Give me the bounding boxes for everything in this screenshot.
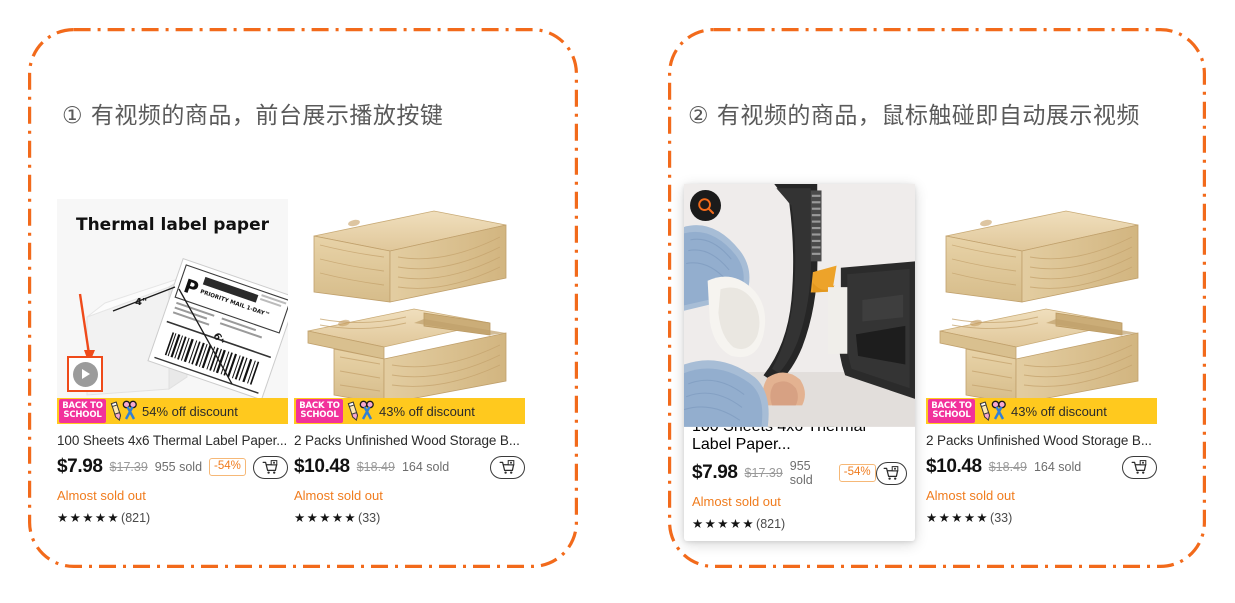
back-to-school-badge: BACK TO SCHOOL (296, 399, 343, 423)
product-title[interactable]: 2 Packs Unfinished Wood Storage B... (926, 433, 1157, 448)
rating: ★★★★★ (821) (57, 510, 288, 526)
rating: ★★★★★ (821) (692, 516, 907, 532)
current-price: $10.48 (926, 456, 982, 477)
sold-count: 164 sold (1033, 460, 1082, 474)
bts-line-2: SCHOOL (932, 410, 971, 420)
product-card-wood-storage-box[interactable]: BACK TO SCHOOL 43% off discount 2 Packs … (294, 199, 525, 525)
product-image-woodbox[interactable]: BACK TO SCHOOL 43% off discount (926, 199, 1157, 424)
school-supplies-icon (106, 399, 140, 423)
video-frame-printer-demo (684, 184, 915, 427)
back-to-school-badge: BACK TO SCHOOL (928, 399, 975, 423)
product-image-woodbox[interactable]: BACK TO SCHOOL 43% off discount (294, 199, 525, 424)
rating: ★★★★★ (33) (294, 510, 525, 526)
image-heading-thermal: Thermal label paper (75, 215, 269, 235)
play-button[interactable] (67, 356, 103, 392)
product-card-wood-storage-box[interactable]: BACK TO SCHOOL 43% off discount 2 Packs … (926, 199, 1157, 525)
back-to-school-badge: BACK TO SCHOOL (59, 399, 106, 423)
stock-status: Almost sold out (926, 488, 1015, 503)
add-to-cart-icon[interactable] (490, 455, 525, 479)
price-row: $10.48 $18.49 164 sold (294, 454, 525, 480)
promo-text-thermal: 54% off discount (142, 403, 238, 419)
original-price: $17.39 (109, 460, 148, 474)
search-icon[interactable] (690, 190, 721, 221)
promo-strip-thermal: BACK TO SCHOOL 54% off discount (57, 398, 288, 424)
add-to-cart-icon[interactable] (875, 461, 907, 485)
original-price: $18.49 (988, 460, 1027, 474)
star-rating-icon: ★★★★★ (692, 517, 756, 531)
panel-title-2: ② 有视频的商品，鼠标触碰即自动展示视频 (688, 103, 1140, 129)
school-supplies-icon (975, 399, 1009, 423)
promo-text-woodbox: 43% off discount (1011, 403, 1107, 419)
current-price: $10.48 (294, 456, 350, 477)
discount-badge: -54% (838, 464, 876, 482)
sold-count: 164 sold (401, 460, 450, 474)
add-to-cart-icon[interactable] (1122, 455, 1157, 479)
stock-status: Almost sold out (294, 488, 383, 503)
product-video-thermal[interactable] (684, 184, 915, 427)
bts-line-2: SCHOOL (63, 410, 102, 420)
wood-storage-box-illustration (926, 199, 1157, 424)
review-count: (33) (358, 510, 381, 525)
sold-count: 955 sold (789, 459, 813, 487)
sold-count: 955 sold (154, 460, 203, 474)
star-rating-icon: ★★★★★ (294, 511, 358, 525)
bts-line-2: SCHOOL (300, 410, 339, 420)
stock-status: Almost sold out (57, 488, 146, 503)
play-icon (72, 361, 98, 387)
discount-badge: -54% (209, 458, 246, 476)
promo-strip-woodbox: BACK TO SCHOOL 43% off discount (926, 398, 1157, 424)
original-price: $18.49 (356, 460, 395, 474)
rating: ★★★★★ (33) (926, 510, 1157, 526)
star-rating-icon: ★★★★★ (926, 511, 990, 525)
product-card-thermal-label-paper[interactable]: P PRIORITY MAIL 1-DAY™ 4" 6" Thermal lab… (57, 199, 288, 525)
product-title[interactable]: 100 Sheets 4x6 Thermal Label Paper... (57, 433, 288, 448)
wood-storage-box-illustration (294, 199, 525, 424)
review-count: (821) (756, 516, 786, 531)
promo-text-woodbox: 43% off discount (379, 403, 475, 419)
price-row: $7.98 $17.39 955 sold -54% (692, 459, 907, 487)
product-card-thermal-label-paper-hovered[interactable]: 100 Sheets 4x6 Thermal Label Paper... $7… (684, 184, 915, 541)
current-price: $7.98 (57, 456, 103, 477)
stock-status: Almost sold out (692, 494, 781, 509)
svg-text:4": 4" (135, 297, 147, 308)
school-supplies-icon (343, 399, 377, 423)
add-to-cart-icon[interactable] (253, 455, 288, 479)
product-title[interactable]: 2 Packs Unfinished Wood Storage B... (294, 433, 525, 448)
screenshot-root: ① 有视频的商品，前台展示播放按键 P PRIORITY MAIL 1-DAY™ (0, 0, 1235, 603)
star-rating-icon: ★★★★★ (57, 511, 121, 525)
current-price: $7.98 (692, 462, 738, 483)
review-count: (33) (990, 510, 1013, 525)
product-image-thermal[interactable]: P PRIORITY MAIL 1-DAY™ 4" 6" Thermal lab… (57, 199, 288, 424)
video-play-button-highlight (67, 356, 103, 392)
promo-strip-woodbox: BACK TO SCHOOL 43% off discount (294, 398, 525, 424)
price-row: $7.98 $17.39 955 sold -54% (57, 454, 288, 480)
original-price: $17.39 (744, 466, 783, 480)
review-count: (821) (121, 510, 151, 525)
price-row: $10.48 $18.49 164 sold (926, 454, 1157, 480)
panel-title-1: ① 有视频的商品，前台展示播放按键 (62, 103, 444, 129)
